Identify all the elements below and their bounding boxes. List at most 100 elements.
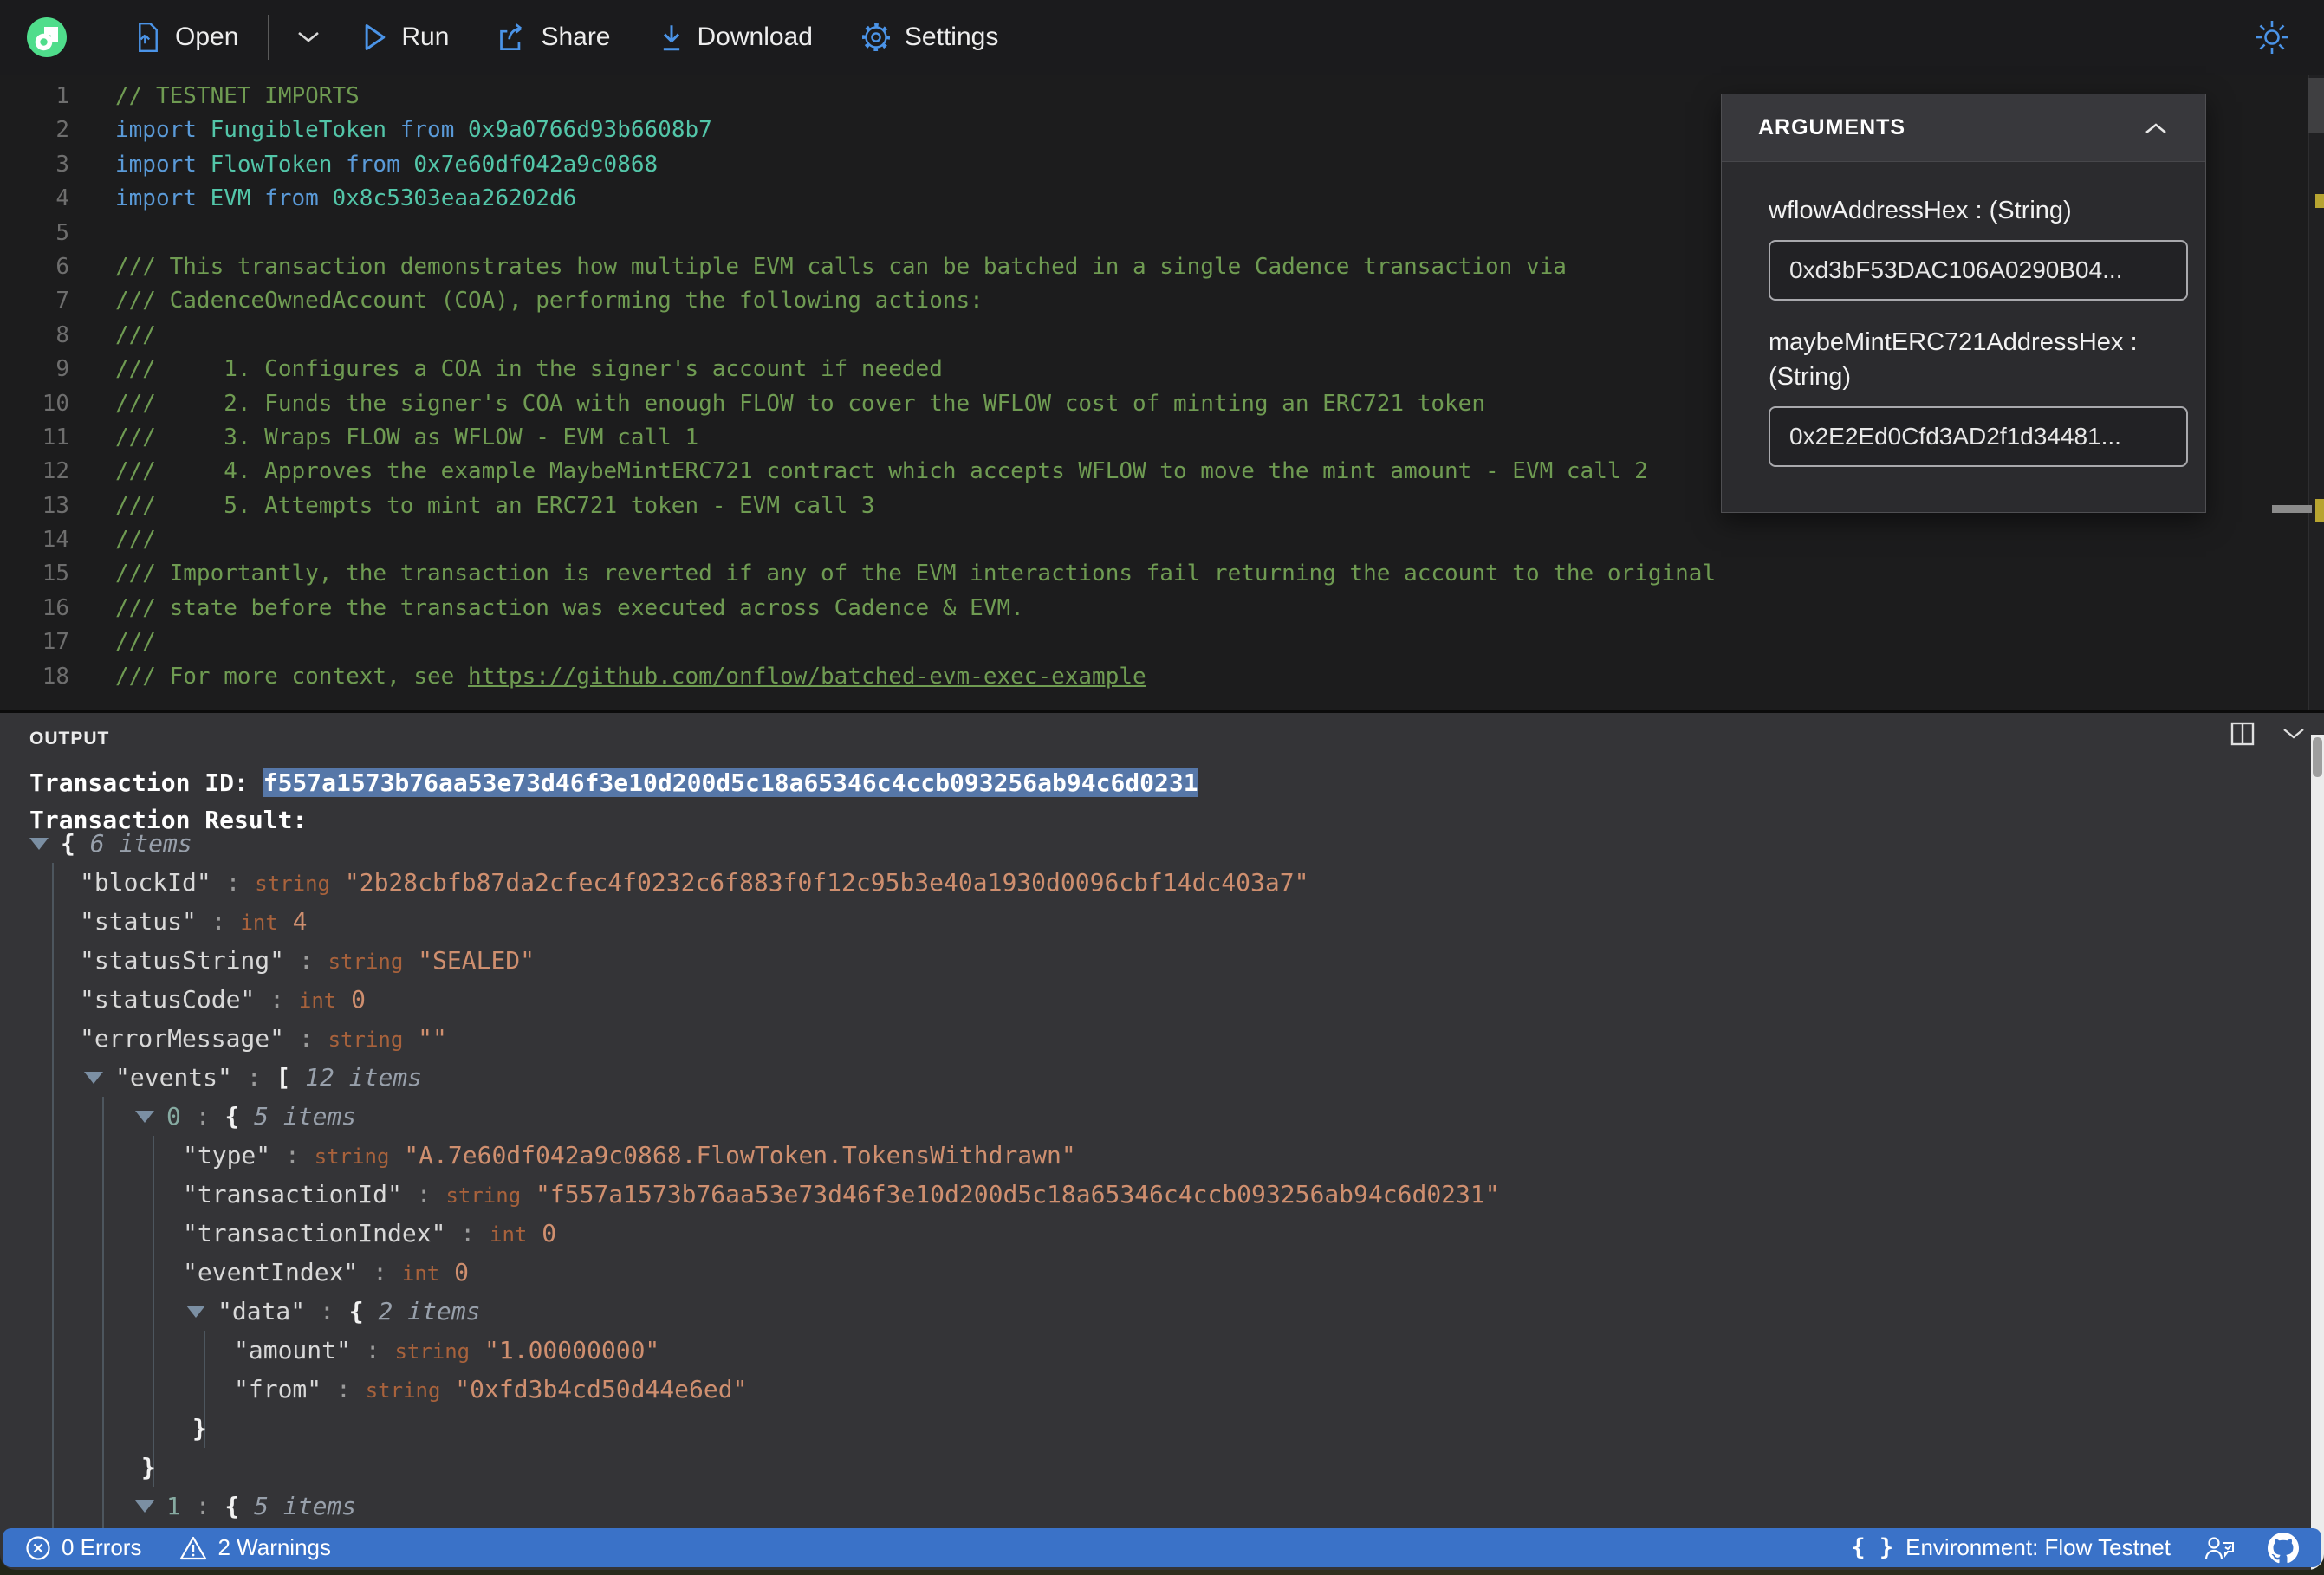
json-token: string	[365, 1378, 441, 1403]
open-dropdown-button[interactable]	[295, 29, 321, 45]
json-tree-row: "statusString" : string "SEALED"	[0, 941, 2308, 980]
transaction-id-label: Transaction ID:	[29, 768, 263, 797]
code-token: from	[346, 151, 400, 178]
warning-marker	[2315, 499, 2324, 522]
warning-icon	[180, 1536, 207, 1559]
collapse-triangle[interactable]	[84, 1072, 103, 1084]
collapse-triangle[interactable]	[186, 1306, 205, 1318]
line-number: 8	[55, 321, 69, 348]
json-token: 5 items	[254, 1492, 357, 1520]
feedback-button[interactable]	[2204, 1534, 2235, 1562]
line-number: 13	[42, 492, 69, 519]
json-tree-row: "amount" : string "1.00000000"	[0, 1331, 2308, 1370]
transaction-id-value: f557a1573b76aa53e73d46f3e10d200d5c18a653…	[263, 768, 1198, 797]
errors-status[interactable]: 0 Errors	[25, 1534, 141, 1561]
json-token: "SEALED"	[418, 946, 536, 975]
json-token: "f557a1573b76aa53e73d46f3e10d200d5c18a65…	[536, 1180, 1500, 1209]
download-button[interactable]: Download	[659, 23, 813, 52]
code-token: /// For more context, see	[115, 663, 468, 690]
code-token: // TESTNET IMPORTS	[115, 83, 360, 109]
json-tree-row: 0 : { 5 items	[0, 1097, 2308, 1136]
code-token: ///	[115, 527, 156, 554]
json-tree-row: "errorMessage" : string ""	[0, 1019, 2308, 1058]
warnings-status[interactable]: 2 Warnings	[179, 1534, 331, 1561]
toolbar-divider	[268, 15, 270, 60]
theme-toggle-button[interactable]	[2253, 18, 2291, 56]
collapse-triangle[interactable]	[135, 1500, 154, 1513]
json-token: "statusString"	[80, 946, 285, 975]
maybe-mint-erc721-address-input[interactable]	[1769, 406, 2188, 467]
environment-indicator[interactable]: { } Environment: Flow Testnet	[1851, 1534, 2171, 1561]
json-token: :	[180, 1492, 225, 1520]
json-tree-row: { 6 items	[0, 824, 2308, 863]
code-link[interactable]: https://github.com/onflow/batched-evm-ex…	[468, 664, 1146, 690]
code-token: FungibleToken	[210, 117, 387, 144]
run-button[interactable]: Run	[363, 23, 449, 52]
share-button[interactable]: Share	[497, 23, 611, 52]
split-columns-icon	[2230, 722, 2255, 746]
json-tree-row: "eventIndex" : int 0	[0, 1253, 2308, 1292]
line-number: 4	[55, 185, 69, 212]
arguments-panel: ARGUMENTS wflowAddressHex : (String) may…	[1721, 94, 2206, 513]
json-token: 0	[542, 1219, 557, 1248]
json-token: "amount"	[234, 1336, 351, 1364]
json-tree: { 6 items "blockId" : string "2b28cbfb87d…	[0, 824, 2308, 1570]
user-feedback-icon	[2204, 1536, 2234, 1559]
app-window: Open Run Share Download Settings 1 // TE…	[0, 0, 2324, 1570]
warning-marker	[2315, 194, 2324, 208]
collapse-triangle[interactable]	[135, 1111, 154, 1123]
json-token: {	[224, 1102, 255, 1131]
json-tree-row: 1 : { 5 items	[0, 1487, 2308, 1526]
output-scrollbar-thumb[interactable]	[2313, 737, 2322, 777]
argument-label: wflowAddressHex : (String)	[1769, 197, 2072, 224]
json-token: {	[348, 1297, 379, 1325]
json-token: 12 items	[305, 1063, 423, 1092]
json-token: :	[401, 1180, 446, 1209]
chevron-down-icon	[2283, 729, 2304, 739]
settings-label: Settings	[904, 23, 999, 51]
collapse-triangle[interactable]	[29, 838, 49, 850]
arguments-header[interactable]: ARGUMENTS	[1722, 94, 2205, 162]
transaction-id-row: Transaction ID: f557a1573b76aa53e73d46f3…	[29, 768, 1198, 797]
json-token: :	[196, 907, 241, 936]
arguments-body: wflowAddressHex : (String) maybeMintERC7…	[1722, 162, 2205, 512]
settings-button[interactable]: Settings	[861, 23, 998, 52]
json-token: 0	[166, 1102, 181, 1131]
wflow-address-input[interactable]	[1769, 240, 2188, 301]
argument-label: maybeMintERC721AddressHex : (String)	[1769, 328, 2138, 391]
json-token: :	[180, 1102, 225, 1131]
ruler-position-marker	[2272, 505, 2312, 513]
error-icon	[26, 1535, 50, 1560]
json-token: :	[321, 1375, 366, 1403]
json-token: "blockId"	[80, 868, 211, 897]
split-view-button[interactable]	[2230, 722, 2255, 746]
download-label: Download	[697, 23, 813, 51]
json-token: string	[255, 872, 330, 896]
github-button[interactable]	[2268, 1532, 2299, 1564]
json-tree-row: "statusCode" : int 0	[0, 980, 2308, 1019]
code-token: /// state before the transaction was exe…	[115, 594, 1024, 621]
arguments-title: ARGUMENTS	[1758, 115, 1906, 139]
chevron-up-icon[interactable]	[2143, 120, 2169, 136]
editor-scrollbar-thumb[interactable]	[2308, 78, 2324, 133]
editor-scrollbar[interactable]	[2272, 75, 2324, 710]
flow-logo[interactable]	[26, 16, 68, 58]
json-token: ""	[418, 1024, 447, 1053]
collapse-output-button[interactable]	[2281, 726, 2307, 742]
toolbar: Open Run Share Download Settings	[0, 0, 2324, 75]
environment-label: Environment: Flow Testnet	[1905, 1534, 2171, 1560]
open-button[interactable]: Open	[135, 23, 238, 52]
json-token: :	[284, 946, 328, 975]
output-scrollbar[interactable]	[2311, 735, 2324, 1570]
